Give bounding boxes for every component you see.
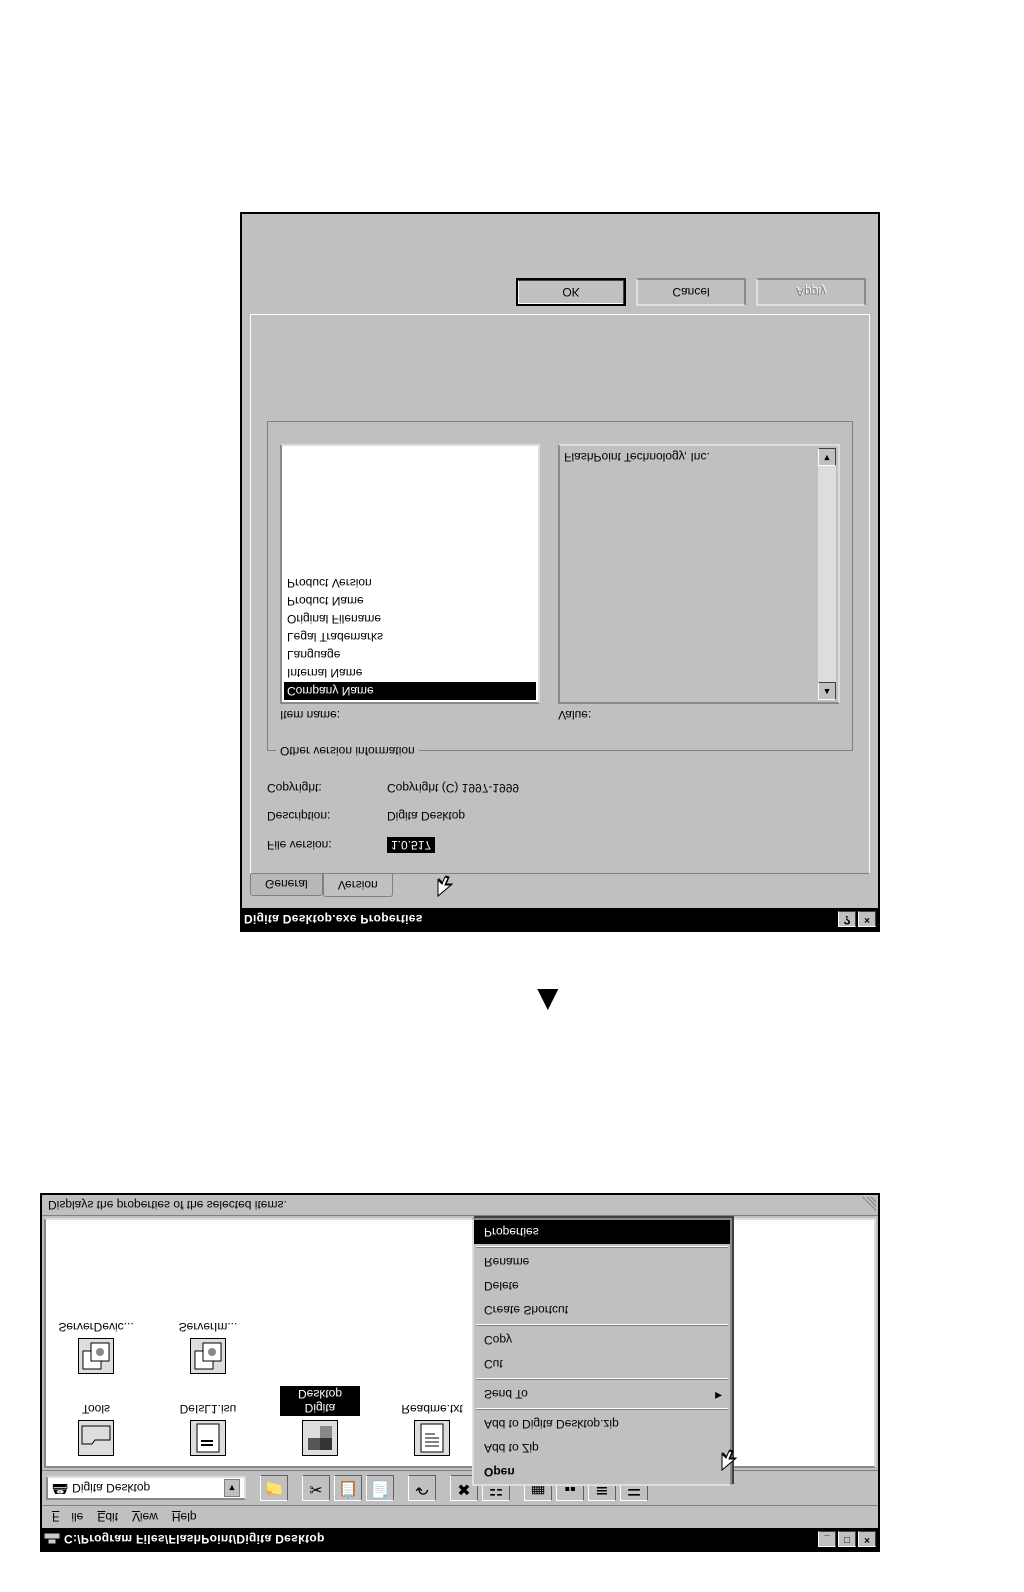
dialog-title-text: Digita Desktop.exe Properties (244, 912, 838, 926)
up-folder-icon: 📁 (264, 1480, 284, 1496)
context-menu-item[interactable]: Properties (474, 1220, 730, 1244)
dll-icon (78, 1338, 114, 1374)
file-item-label: Digita Desktop (280, 1386, 360, 1416)
tab-body-version: File version: 1.0.517 Description: Digit… (250, 314, 870, 874)
resize-grip[interactable] (862, 1197, 876, 1211)
value-box[interactable]: FlashPoint Technology, Inc. ▲ ▼ (558, 444, 840, 704)
help-button[interactable]: ? (838, 911, 856, 927)
context-menu-item[interactable]: Rename (474, 1250, 730, 1274)
exe-icon (302, 1420, 338, 1456)
file-item[interactable]: Readme.txt (392, 1386, 472, 1456)
file-item[interactable]: DeIsL1.isu (168, 1386, 248, 1456)
explorer-titlebar[interactable]: C:/Program Files/FlashPoint/Digita Deskt… (42, 1528, 878, 1550)
apply-button[interactable]: Apply (756, 278, 866, 306)
context-menu: OpenAdd to ZipAdd to Digita Desktop.zip S… (472, 1218, 732, 1486)
dialog-button-row: OK Cancel Apply (242, 266, 878, 306)
tab-version[interactable]: Version (323, 873, 393, 897)
scroll-down-button[interactable]: ▼ (818, 448, 836, 466)
value-scrollbar[interactable]: ▲ ▼ (818, 448, 836, 700)
dialog-titlebar[interactable]: Digita Desktop.exe Properties ? × (242, 908, 878, 930)
address-dropdown[interactable]: 🖴 Digita Desktop ▼ (46, 1476, 246, 1500)
value-text: FlashPoint Technology, Inc. (564, 450, 710, 464)
list-item[interactable]: Internal Name (284, 664, 536, 682)
context-menu-item[interactable]: Cut (474, 1352, 730, 1376)
file-item-label: ServerIm... (168, 1320, 248, 1334)
file-item[interactable]: Tools (56, 1386, 136, 1456)
context-menu-item[interactable]: Delete (474, 1274, 730, 1298)
context-menu-item[interactable]: Open (474, 1460, 730, 1484)
copy-icon: 📋 (338, 1480, 358, 1496)
item-name-label: Item name: (280, 708, 540, 722)
ok-button[interactable]: OK (516, 278, 626, 306)
status-text: Displays the properties of the selected … (48, 1198, 287, 1212)
scissors-icon: ✂ (309, 1480, 322, 1496)
tab-strip: General Version (242, 874, 878, 908)
context-menu-item[interactable]: Add to Digita Desktop.zip (474, 1412, 730, 1436)
paste-button[interactable]: 📄 (366, 1475, 394, 1501)
cancel-button[interactable]: Cancel (636, 278, 746, 306)
other-version-info-group: Other version information Item name: Val… (267, 421, 853, 751)
context-menu-item[interactable]: Copy (474, 1328, 730, 1352)
undo-icon: ↶ (415, 1480, 428, 1496)
file-item-label: ServerDevic... (56, 1320, 136, 1334)
file-item-label: Tools (56, 1402, 136, 1416)
menu-file[interactable]: File (46, 1508, 89, 1526)
menu-help[interactable]: Help (166, 1508, 203, 1526)
explorer-title-text: C:/Program Files/FlashPoint/Digita Deskt… (64, 1532, 818, 1546)
list-item[interactable]: Product Name (284, 592, 536, 610)
list-item[interactable]: Original Filename (284, 610, 536, 628)
file-version-label: File version: (267, 838, 377, 852)
text-icon (414, 1420, 450, 1456)
file-item[interactable]: ServerIm... (168, 1320, 248, 1374)
maximize-button[interactable]: □ (838, 1531, 856, 1547)
item-name-listbox[interactable]: Company NameInternal NameLanguageLegal T… (280, 444, 540, 704)
paste-icon: 📄 (370, 1480, 390, 1496)
list-item[interactable]: Product Version (284, 574, 536, 592)
address-dropdown-button[interactable]: ▼ (224, 1479, 240, 1497)
file-item-label: Readme.txt (392, 1402, 472, 1416)
file-item[interactable]: Digita Desktop (280, 1386, 360, 1456)
scroll-up-button[interactable]: ▲ (818, 682, 836, 700)
context-menu-item[interactable]: Send To (474, 1382, 730, 1406)
file-item[interactable]: ServerDevic... (56, 1320, 136, 1374)
close-button[interactable]: × (858, 1531, 876, 1547)
folder-icon (78, 1420, 114, 1456)
file-version-value: 1.0.517 (387, 837, 435, 853)
context-menu-item[interactable]: Create Shortcut (474, 1298, 730, 1322)
cut-button[interactable]: ✂ (302, 1475, 330, 1501)
menu-view[interactable]: View (126, 1508, 164, 1526)
menubar: File Edit View Help (42, 1505, 878, 1528)
context-menu-item[interactable]: Add to Zip (474, 1436, 730, 1460)
copyright-value: Copyright (C) 1997-1999 (387, 781, 519, 795)
up-one-level-button[interactable]: 📁 (260, 1475, 288, 1501)
dll-icon (190, 1338, 226, 1374)
folder-view[interactable]: ToolsDeIsL1.isuDigita DesktopReadme.txtS… (44, 1218, 876, 1468)
list-item[interactable]: Company Name (284, 682, 536, 700)
file-icon (190, 1420, 226, 1456)
tab-general[interactable]: General (250, 872, 323, 896)
toolbar: 🖴 Digita Desktop ▼ 📁 ✂ 📋 📄 ↶ ✖ ☷ ▦ ▪▪ ≣ … (42, 1470, 878, 1505)
copy-button[interactable]: 📋 (334, 1475, 362, 1501)
undo-button[interactable]: ↶ (408, 1475, 436, 1501)
explorer-title-icon (44, 1531, 60, 1547)
connector-arrow: ▲ (530, 980, 566, 1022)
copyright-label: Copyright: (267, 781, 377, 795)
description-value: Digita Desktop (387, 809, 465, 823)
minimize-button[interactable]: _ (818, 1531, 836, 1547)
value-label: Value: (558, 708, 840, 722)
drive-icon: 🖴 (52, 1480, 68, 1496)
address-text: Digita Desktop (72, 1481, 150, 1495)
list-item[interactable]: Language (284, 646, 536, 664)
delete-icon: ✖ (457, 1480, 470, 1496)
description-label: Description: (267, 809, 377, 823)
status-bar: Displays the properties of the selected … (42, 1195, 878, 1216)
menu-edit[interactable]: Edit (91, 1508, 124, 1526)
file-item-label: DeIsL1.isu (168, 1402, 248, 1416)
list-item[interactable]: Legal Trademarks (284, 628, 536, 646)
properties-dialog: Digita Desktop.exe Properties ? × Genera… (240, 212, 880, 932)
group-legend: Other version information (276, 744, 419, 758)
dialog-close-button[interactable]: × (858, 911, 876, 927)
explorer-window: C:/Program Files/FlashPoint/Digita Deskt… (40, 1193, 880, 1552)
